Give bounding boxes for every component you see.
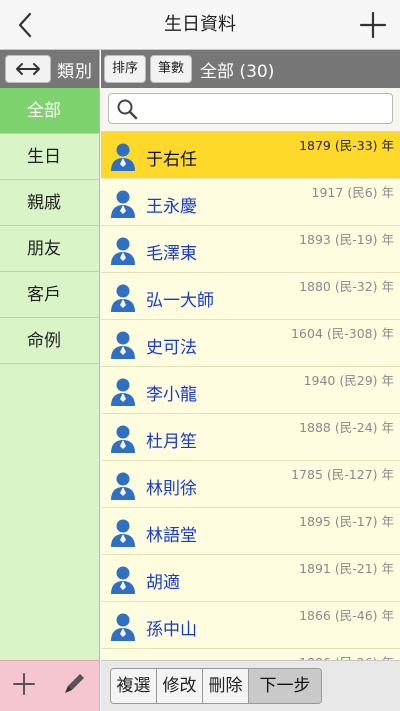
plus-icon [13,673,36,695]
action-segment: 複選 修改 刪除 下一步 [110,668,322,704]
plus-icon [359,11,387,39]
sidebar-toolbar [0,660,100,711]
sidebar-item-birthday[interactable]: 生日 [0,134,99,180]
list-toolbar: 複選 修改 刪除 下一步 [101,660,400,711]
person-icon [109,376,137,406]
person-icon [109,470,137,500]
sidebar-item-clients[interactable]: 客戶 [0,272,99,318]
list-row[interactable]: 毛澤東 1893 (民-19) 年 [101,226,400,273]
birth-year: 1893 (民-19) 年 [299,232,394,247]
edit-category-button[interactable] [60,670,88,702]
list-row[interactable]: 弘一大師 1880 (民-32) 年 [101,273,400,320]
birth-year: 1604 (民-308) 年 [291,326,394,341]
person-name: 李小龍 [146,385,197,405]
person-name: 胡適 [146,573,180,593]
birthday-list: 于右任 1879 (民-33) 年王永慶 1917 (民6) 年毛澤東 1893 (民… [101,132,400,660]
search-input[interactable] [108,93,393,124]
list-header: 排序 筆數 全部 (30) [101,50,400,88]
list-row[interactable]: 林語堂 1895 (民-17) 年 [101,508,400,555]
list-row[interactable]: 孫中山 1866 (民-46) 年 [101,602,400,649]
person-icon [109,564,137,594]
person-name: 于右任 [146,150,197,170]
sidebar-header: 類別 [0,50,99,88]
list-row[interactable]: 史可法 1604 (民-308) 年 [101,320,400,367]
multi-select-button[interactable]: 複選 [111,669,157,703]
main-list-pane: 排序 筆數 全部 (30) 于右任 1879 (民-33) 年王永慶 1917 (民… [101,50,400,660]
person-icon [109,141,137,171]
list-title: 全部 (30) [200,61,275,82]
expand-toggle-button[interactable] [5,55,51,83]
edit-button[interactable]: 修改 [157,669,203,703]
count-button[interactable]: 筆數 [150,55,193,83]
person-icon [109,517,137,547]
person-name: 王永慶 [146,197,197,217]
list-row[interactable]: 于右任 1879 (民-33) 年 [101,132,400,179]
birth-year: 1879 (民-33) 年 [299,138,394,153]
birth-year: 1917 (民6) 年 [311,185,394,200]
person-name: 弘一大師 [146,291,214,311]
pencil-icon [64,674,84,693]
category-sidebar: 類別 全部 生日 親戚 朋友 客戶 命例 [0,50,100,660]
person-icon [109,423,137,453]
person-name: 史可法 [146,338,197,358]
sidebar-item-relatives[interactable]: 親戚 [0,180,99,226]
birth-year: 1866 (民-46) 年 [299,608,394,623]
person-name: 杜月笙 [146,432,197,452]
birth-year: 1888 (民-24) 年 [299,420,394,435]
birth-year: 1891 (民-21) 年 [299,561,394,576]
search-bar [101,88,400,132]
list-row[interactable]: 李小龍 1940 (民29) 年 [101,367,400,414]
list-row[interactable]: 林則徐 1785 (民-127) 年 [101,461,400,508]
person-icon [109,235,137,265]
add-category-button[interactable] [11,671,37,701]
search-icon [117,99,138,120]
delete-button[interactable]: 刪除 [203,669,249,703]
person-icon [109,329,137,359]
sort-button[interactable]: 排序 [104,55,147,83]
birth-year: 1785 (民-127) 年 [291,467,394,482]
birth-year: 1940 (民29) 年 [303,373,394,388]
navigation-bar: 生日資料 [0,0,400,50]
person-icon [109,611,137,641]
person-name: 林則徐 [146,479,197,499]
person-name: 毛澤東 [146,244,197,264]
sidebar-item-friends[interactable]: 朋友 [0,226,99,272]
page-title: 生日資料 [164,14,236,35]
next-step-button[interactable]: 下一步 [249,669,321,703]
list-row[interactable]: 杜月笙 1888 (民-24) 年 [101,414,400,461]
person-name: 林語堂 [146,526,197,546]
birth-year: 1895 (民-17) 年 [299,514,394,529]
category-header-label: 類別 [57,61,93,82]
person-icon [109,282,137,312]
person-icon [109,188,137,218]
list-row[interactable]: 王永慶 1917 (民6) 年 [101,179,400,226]
sidebar-item-fate-examples[interactable]: 命例 [0,318,99,364]
list-row[interactable]: 1886 (民-26) 年 [101,649,400,660]
add-button[interactable] [358,10,388,40]
sidebar-item-all[interactable]: 全部 [0,88,99,134]
double-arrow-icon [16,63,40,75]
person-name: 孫中山 [146,620,197,640]
list-row[interactable]: 胡適 1891 (民-21) 年 [101,555,400,602]
birth-year: 1886 (民-26) 年 [299,652,394,660]
birth-year: 1880 (民-32) 年 [299,279,394,294]
